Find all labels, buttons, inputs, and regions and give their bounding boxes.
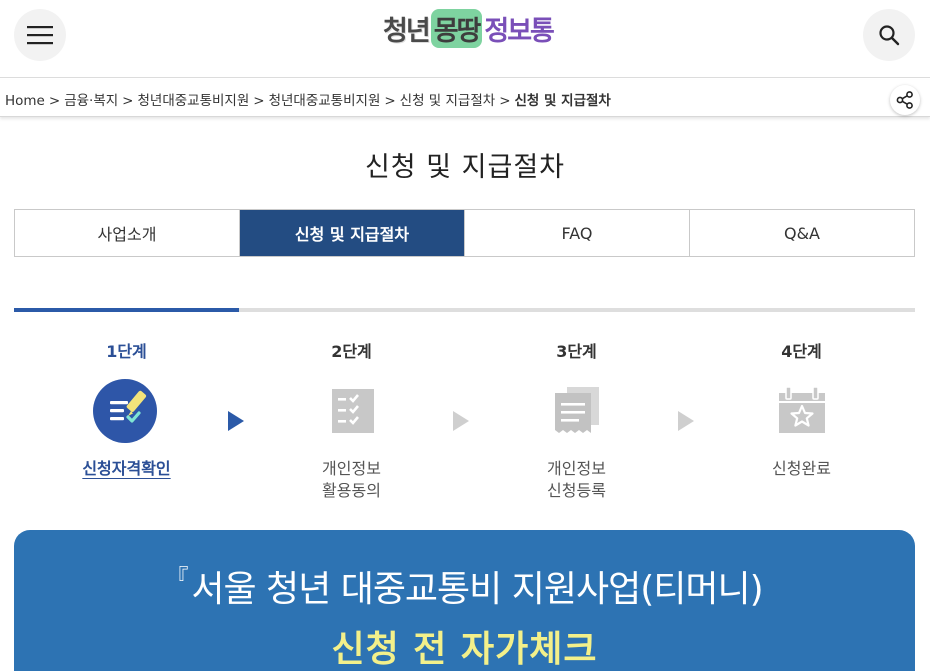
step-label: 개인정보활용동의 bbox=[239, 458, 464, 502]
step-icon-wrap bbox=[317, 376, 387, 446]
breadcrumb-current: 신청 및 지급절차 bbox=[514, 93, 611, 109]
tab-application-procedure[interactable]: 신청 및 지급절차 bbox=[240, 210, 465, 256]
tab-faq[interactable]: FAQ bbox=[465, 210, 690, 256]
breadcrumb-separator: > bbox=[253, 93, 265, 109]
share-button[interactable] bbox=[890, 85, 920, 115]
step-icon-wrap bbox=[542, 376, 612, 446]
breadcrumb-item[interactable]: 금융·복지 bbox=[64, 93, 118, 109]
calendar-star-icon bbox=[778, 386, 825, 433]
breadcrumb-separator: > bbox=[499, 93, 511, 109]
step-number: 1단계 bbox=[106, 342, 147, 361]
breadcrumb: Home > 금융·복지 > 청년대중교통비지원 > 청년대중교통비지원 > 신청 및 지급절차… bbox=[5, 89, 611, 109]
menu-button[interactable] bbox=[14, 9, 66, 61]
step-label[interactable]: 신청자격확인 bbox=[14, 458, 239, 480]
banner-title-text: 서울 청년 대중교통비 지원사업(티머니) bbox=[191, 569, 763, 610]
breadcrumb-separator: > bbox=[384, 93, 396, 109]
page-title-wrap: 신청 및 지급절차 bbox=[0, 145, 930, 184]
checklist-pencil-icon bbox=[92, 379, 157, 443]
step-label-line: 개인정보 bbox=[547, 459, 606, 478]
hamburger-icon bbox=[27, 26, 53, 45]
breadcrumb-separator: > bbox=[48, 93, 61, 109]
step-label: 신청완료 bbox=[772, 459, 831, 478]
site-header: 청년 몽땅 정보통 bbox=[0, 0, 930, 78]
banner-subtitle: 신청 전 자가체크 bbox=[331, 629, 598, 670]
tab-bar: 사업소개 신청 및 지급절차 FAQ Q&A bbox=[14, 209, 915, 257]
step-label-line: 활용동의 bbox=[322, 481, 381, 500]
logo-part-3: 정보통 bbox=[484, 15, 555, 47]
page-title: 신청 및 지급절차 bbox=[358, 145, 572, 184]
share-icon bbox=[896, 91, 913, 109]
self-check-banner: 『서울 청년 대중교통비 지원사업(티머니) 신청 전 자가체크 bbox=[14, 530, 915, 671]
breadcrumb-separator: > bbox=[122, 93, 134, 109]
logo-part-1: 청년 bbox=[383, 15, 431, 47]
step-4: 4단계 신청완료 bbox=[689, 338, 914, 480]
step-number: 2단계 bbox=[331, 342, 372, 361]
tab-qna[interactable]: Q&A bbox=[690, 210, 914, 256]
search-icon bbox=[879, 25, 900, 46]
step-progress-bar bbox=[14, 308, 915, 312]
site-logo[interactable]: 청년 몽땅 정보통 bbox=[383, 8, 555, 48]
search-button[interactable] bbox=[863, 9, 915, 61]
step-progress-fill bbox=[14, 308, 240, 312]
step-label: 개인정보신청등록 bbox=[464, 458, 689, 502]
breadcrumb-item[interactable]: 청년대중교통비지원 bbox=[269, 93, 381, 109]
documents-icon bbox=[554, 387, 599, 433]
tab-business-intro[interactable]: 사업소개 bbox=[15, 210, 240, 256]
step-2: 2단계 개인정보활용동의 bbox=[239, 338, 464, 502]
step-label-line: 개인정보 bbox=[322, 459, 381, 478]
breadcrumb-item[interactable]: 신청 및 지급절차 bbox=[400, 93, 496, 109]
step-label-line: 신청등록 bbox=[547, 481, 606, 500]
step-icon-wrap bbox=[767, 376, 837, 446]
step-number: 4단계 bbox=[781, 342, 822, 361]
breadcrumb-bar: Home > 금융·복지 > 청년대중교통비지원 > 청년대중교통비지원 > 신청 및 지급절차… bbox=[0, 80, 930, 117]
step-number: 3단계 bbox=[556, 342, 597, 361]
step-icon-wrap bbox=[92, 376, 162, 446]
checklist-icon bbox=[331, 389, 374, 433]
breadcrumb-item[interactable]: 청년대중교통비지원 bbox=[137, 93, 249, 109]
banner-quote-mark: 『 bbox=[166, 566, 188, 591]
step-3: 3단계 개인정보신청등록 bbox=[464, 338, 689, 502]
breadcrumb-home[interactable]: Home bbox=[5, 93, 45, 109]
logo-part-2: 몽땅 bbox=[430, 8, 483, 48]
banner-title: 『서울 청년 대중교통비 지원사업(티머니) bbox=[14, 560, 915, 612]
step-1: 1단계 신청자격확인 bbox=[14, 338, 239, 480]
